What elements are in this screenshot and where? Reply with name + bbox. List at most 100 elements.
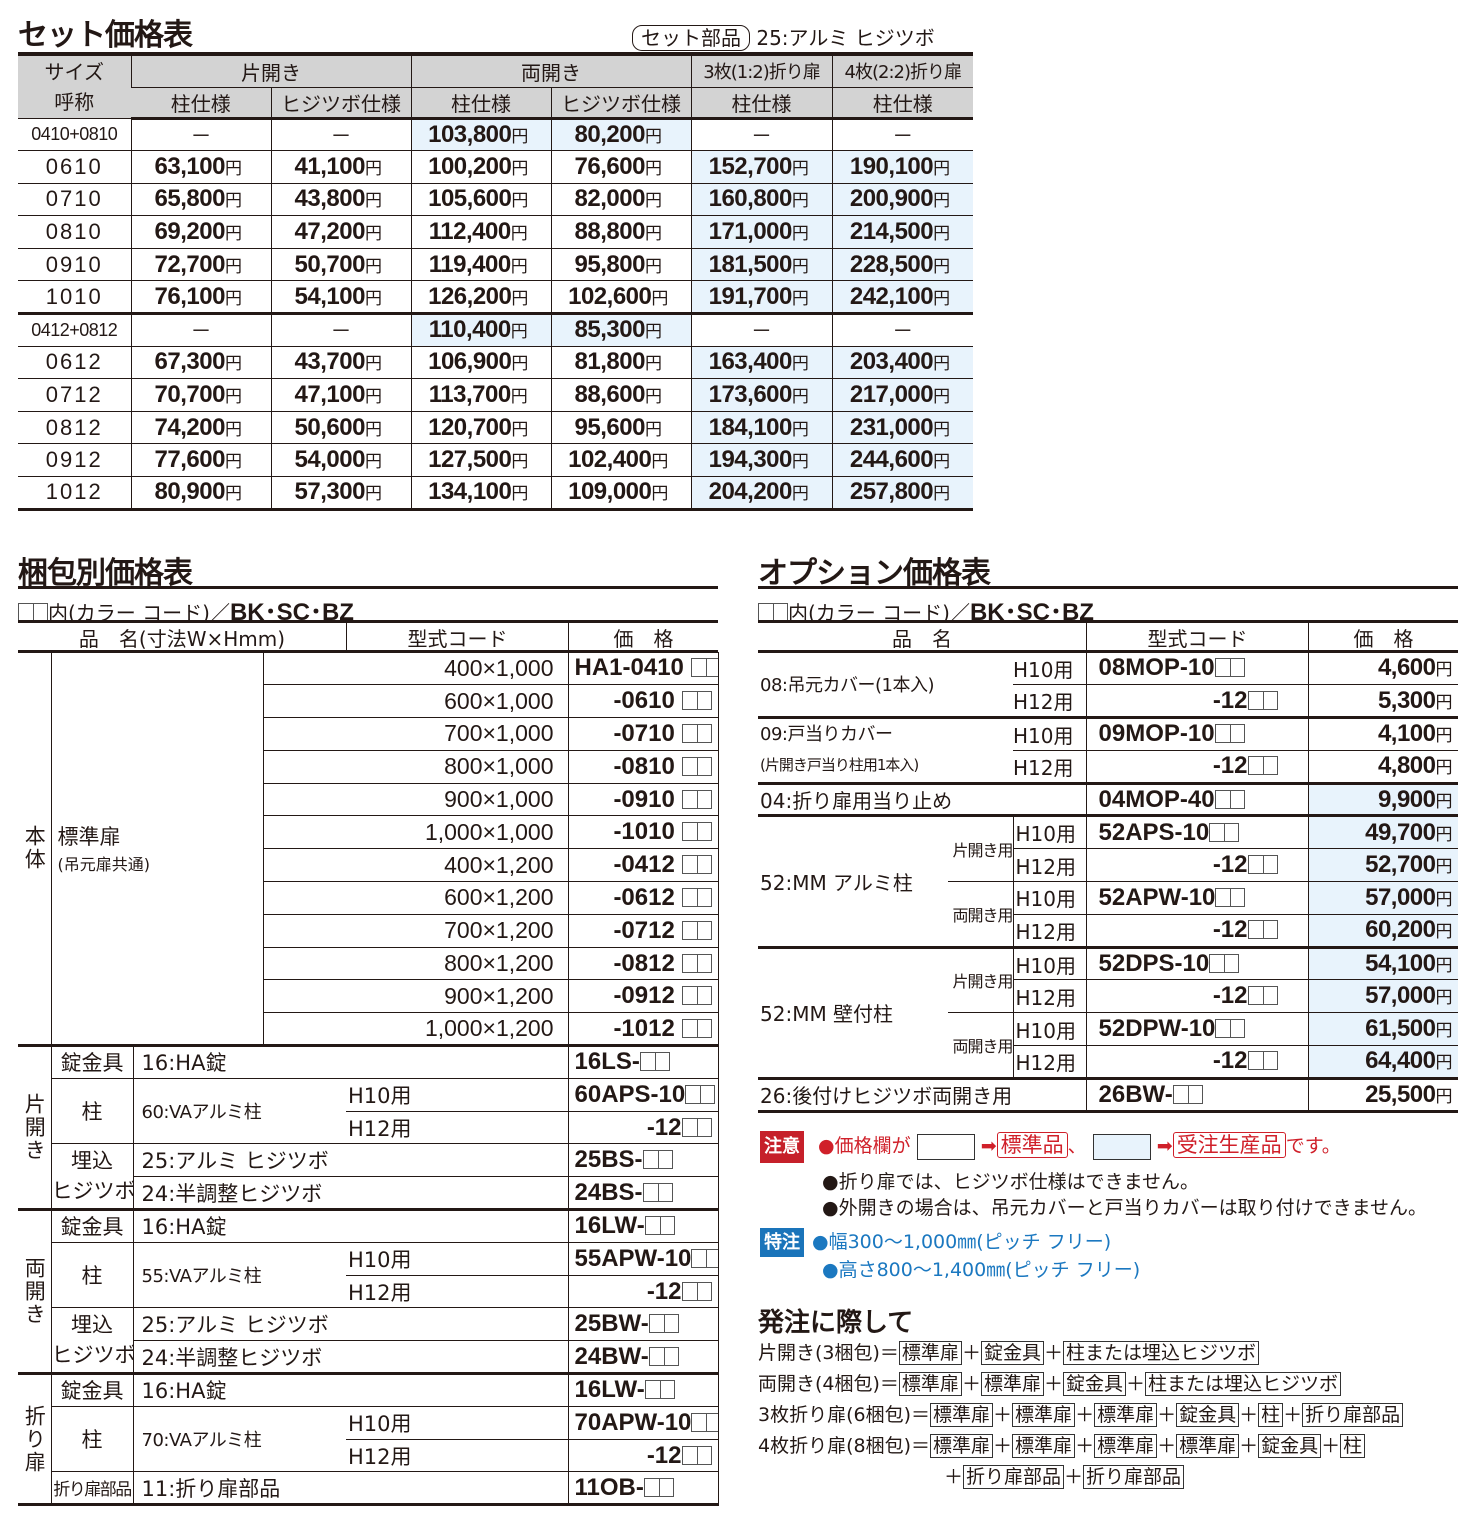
price-cell: 112,400円 xyxy=(410,215,551,249)
code-cell: -0612 xyxy=(567,881,718,915)
yen-unit: 円 xyxy=(644,419,662,439)
color-code-box-icon xyxy=(643,1477,674,1497)
dimension-cell: 700×1,000 xyxy=(262,717,568,751)
table-row: 0412+0812 －－ 110,400円 85,300円－－ xyxy=(18,313,973,347)
code-cell: 55APW-10 xyxy=(567,1242,718,1276)
price-cell: 120,700円 xyxy=(410,411,551,445)
size-cell: 0610 xyxy=(18,150,131,184)
price-cell: － xyxy=(270,118,411,152)
yen-unit: 円 xyxy=(364,256,382,276)
set-parts-value: 25:アルミ ヒジツボ xyxy=(756,26,935,50)
yen-unit: 円 xyxy=(224,288,242,308)
yen-unit: 円 xyxy=(644,322,662,342)
height-label: H10用 xyxy=(1012,1012,1086,1047)
ordering-part: 柱 xyxy=(1340,1434,1366,1458)
yen-unit: 円 xyxy=(644,256,662,276)
group-label: 両開き xyxy=(18,1209,51,1376)
color-code-box-icon xyxy=(681,1445,712,1465)
dimension-cell: 600×1,200 xyxy=(262,881,568,915)
code-cell: 16LW- xyxy=(567,1373,718,1407)
price-cell: 110,400円 xyxy=(410,313,551,347)
price-cell: 113,700円 xyxy=(410,378,551,412)
yen-unit: 円 xyxy=(933,288,950,308)
category-lock: 錠金具 xyxy=(50,1373,133,1407)
plus-icon: ＋ xyxy=(1043,1373,1063,1395)
code-cell: 52DPS-10 xyxy=(1085,947,1308,981)
yen-unit: 円 xyxy=(364,288,382,308)
yen-unit: 円 xyxy=(644,126,662,146)
table-row: 折り扉部品11:折り扉部品11OB-9,600円 xyxy=(18,1471,718,1507)
height-label: H12用 xyxy=(1012,1045,1086,1080)
yen-unit: 円 xyxy=(933,191,950,211)
yen-unit: 円 xyxy=(791,419,809,439)
yen-unit: 円 xyxy=(511,354,528,374)
yen-unit: 円 xyxy=(364,224,382,244)
table-row: 0912 77,600円 54,000円 127,500円 102,400円 194,30… xyxy=(18,443,973,478)
price-cell: 102,400円 xyxy=(550,443,691,478)
price-cell: － xyxy=(270,313,411,347)
table-row: 0810 69,200円 47,200円 112,400円 88,800円 171,000… xyxy=(18,215,973,249)
height-label: H12用 xyxy=(1013,750,1086,785)
plus-icon: ＋ xyxy=(1075,1435,1095,1457)
table-row: 埋込ヒジツボ25:アルミ ヒジツボ25BS-5,700円 xyxy=(18,1143,718,1212)
yen-unit: 円 xyxy=(933,419,950,439)
size-cell: 0910 xyxy=(18,248,131,282)
code-cell: 52APS-10 xyxy=(1085,815,1308,850)
table-row: 0712 70,700円 47,100円 113,700円 88,600円 173,600… xyxy=(18,378,973,412)
yen-unit: 円 xyxy=(644,191,662,211)
dimension-cell: 900×1,000 xyxy=(262,783,568,817)
dimension-cell: 400×1,200 xyxy=(262,848,568,883)
yen-unit: 円 xyxy=(510,256,528,276)
price-cell: 200,900円 xyxy=(831,183,973,217)
header-model-code: 型式コード xyxy=(1086,623,1308,651)
plus-icon: ＋ xyxy=(1239,1435,1259,1457)
price-cell: 5,300円 xyxy=(1307,684,1458,720)
item-name: 60:VAアルミ柱 xyxy=(132,1078,346,1145)
color-code-box-icon xyxy=(681,887,712,907)
item-name: 標準扉 xyxy=(57,825,121,850)
special-order-notes: 特注 ●幅300～1,000㎜(ピッチ フリー) ●高さ800～1,400㎜(ピッ… xyxy=(760,1228,1140,1284)
code-cell: -0912 xyxy=(567,979,718,1014)
size-cell: 1010 xyxy=(18,280,131,316)
size-cell: 0810 xyxy=(18,215,131,249)
yen-unit: 円 xyxy=(511,452,528,472)
code-cell: -12 xyxy=(567,1275,718,1309)
color-code-box-icon xyxy=(648,1314,679,1334)
category-parts: 折り扉部品 xyxy=(50,1471,133,1507)
yen-unit: 円 xyxy=(511,126,528,146)
ordering-line: 3枚折り扉(6梱包)＝ 標準扉＋標準扉＋標準扉＋錠金具＋柱＋折り扉部品 xyxy=(758,1400,1404,1431)
pack-table-header: 品 名(寸法W×Hmm) 型式コード 価 格 xyxy=(18,623,718,651)
price-cell: 76,100円 xyxy=(130,280,271,316)
size-cell: 0412+0812 xyxy=(18,313,131,347)
code-cell: -12 xyxy=(1085,914,1308,949)
yen-unit: 円 xyxy=(364,354,382,374)
price-cell: 102,600円 xyxy=(550,280,691,316)
standard-item-label: 標準品 xyxy=(996,1132,1068,1158)
caution-tag: 注意 xyxy=(760,1131,804,1163)
code-cell: 25BW- xyxy=(567,1307,718,1342)
header-spec: 柱仕様 xyxy=(690,87,832,120)
separator: 、 xyxy=(1067,1135,1087,1157)
color-code-box-icon xyxy=(1247,986,1278,1006)
table-row: 柱55:VAアルミ柱H10用55APW-1033,000円 xyxy=(18,1242,718,1309)
price-cell: 184,100円 xyxy=(690,411,832,445)
code-cell: 11OB- xyxy=(567,1471,718,1507)
code-cell: -12 xyxy=(1085,979,1308,1014)
yen-unit: 円 xyxy=(224,158,242,178)
price-cell: 100,200円 xyxy=(410,150,551,184)
size-cell: 0812 xyxy=(18,411,131,445)
price-cell: 72,700円 xyxy=(130,248,271,282)
table-row: 09:戸当りカバー (片開き戸当り柱用1本入) H10用 09MOP-10 4,100円 xyxy=(758,717,1458,785)
code-cell: -0910 xyxy=(567,783,718,817)
special-line-2: ●高さ800～1,400㎜(ピッチ フリー) xyxy=(822,1259,1141,1281)
price-cell: － xyxy=(130,313,271,347)
set-parts-label: セット部品 xyxy=(632,25,750,51)
color-code-box-icon xyxy=(1209,954,1240,974)
color-code-box-icon xyxy=(1247,855,1278,875)
price-cell: 191,700円 xyxy=(690,280,832,316)
plus-icon: ＋ xyxy=(1239,1404,1259,1426)
yen-unit: 円 xyxy=(933,158,950,178)
yen-unit: 円 xyxy=(933,256,950,276)
price-cell: 134,100円 xyxy=(410,476,551,511)
code-cell: 52DPW-10 xyxy=(1085,1012,1308,1047)
